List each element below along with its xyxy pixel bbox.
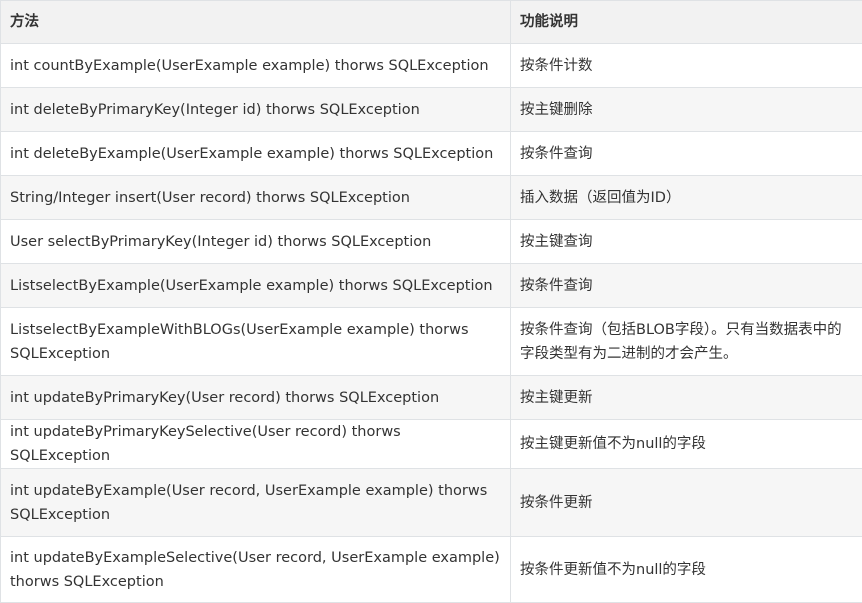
table-row: int updateByExampleSelective(User record… xyxy=(1,537,862,603)
table-header: 方法 功能说明 xyxy=(1,1,862,44)
description-cell: 按主键更新 xyxy=(511,376,862,420)
method-cell: int updateByExample(User record, UserExa… xyxy=(1,469,511,537)
table-row: String/Integer insert(User record) thorw… xyxy=(1,176,862,220)
method-cell: String/Integer insert(User record) thorw… xyxy=(1,176,511,220)
methods-table: 方法 功能说明 int countByExample(UserExample e… xyxy=(0,0,862,603)
table-body: int countByExample(UserExample example) … xyxy=(1,44,862,603)
table-row: int updateByPrimaryKeySelective(User rec… xyxy=(1,420,862,469)
method-cell: int updateByPrimaryKey(User record) thor… xyxy=(1,376,511,420)
method-cell: int updateByExampleSelective(User record… xyxy=(1,537,511,603)
description-cell: 按主键删除 xyxy=(511,88,862,132)
header-description: 功能说明 xyxy=(511,1,862,44)
table-row: int updateByExample(User record, UserExa… xyxy=(1,469,862,537)
table-row: int updateByPrimaryKey(User record) thor… xyxy=(1,376,862,420)
description-cell: 按主键查询 xyxy=(511,220,862,264)
description-cell: 按条件更新值不为null的字段 xyxy=(511,537,862,603)
description-cell: 按条件查询 xyxy=(511,264,862,308)
header-row: 方法 功能说明 xyxy=(1,1,862,44)
method-cell: int updateByPrimaryKeySelective(User rec… xyxy=(1,420,511,469)
description-cell: 按条件计数 xyxy=(511,44,862,88)
header-method: 方法 xyxy=(1,1,511,44)
description-cell: 插入数据（返回值为ID） xyxy=(511,176,862,220)
description-cell: 按条件查询 xyxy=(511,132,862,176)
method-cell: int deleteByPrimaryKey(Integer id) thorw… xyxy=(1,88,511,132)
table-row: int deleteByExample(UserExample example)… xyxy=(1,132,862,176)
description-cell: 按主键更新值不为null的字段 xyxy=(511,420,862,469)
table-row: User selectByPrimaryKey(Integer id) thor… xyxy=(1,220,862,264)
table-row: int countByExample(UserExample example) … xyxy=(1,44,862,88)
method-cell: User selectByPrimaryKey(Integer id) thor… xyxy=(1,220,511,264)
table-row: int deleteByPrimaryKey(Integer id) thorw… xyxy=(1,88,862,132)
description-cell: 按条件查询（包括BLOB字段）。只有当数据表中的字段类型有为二进制的才会产生。 xyxy=(511,308,862,376)
method-cell: int countByExample(UserExample example) … xyxy=(1,44,511,88)
description-cell: 按条件更新 xyxy=(511,469,862,537)
method-cell: ListselectByExampleWithBLOGs(UserExample… xyxy=(1,308,511,376)
method-cell: int deleteByExample(UserExample example)… xyxy=(1,132,511,176)
table-row: ListselectByExample(UserExample example)… xyxy=(1,264,862,308)
method-cell: ListselectByExample(UserExample example)… xyxy=(1,264,511,308)
table-row: ListselectByExampleWithBLOGs(UserExample… xyxy=(1,308,862,376)
